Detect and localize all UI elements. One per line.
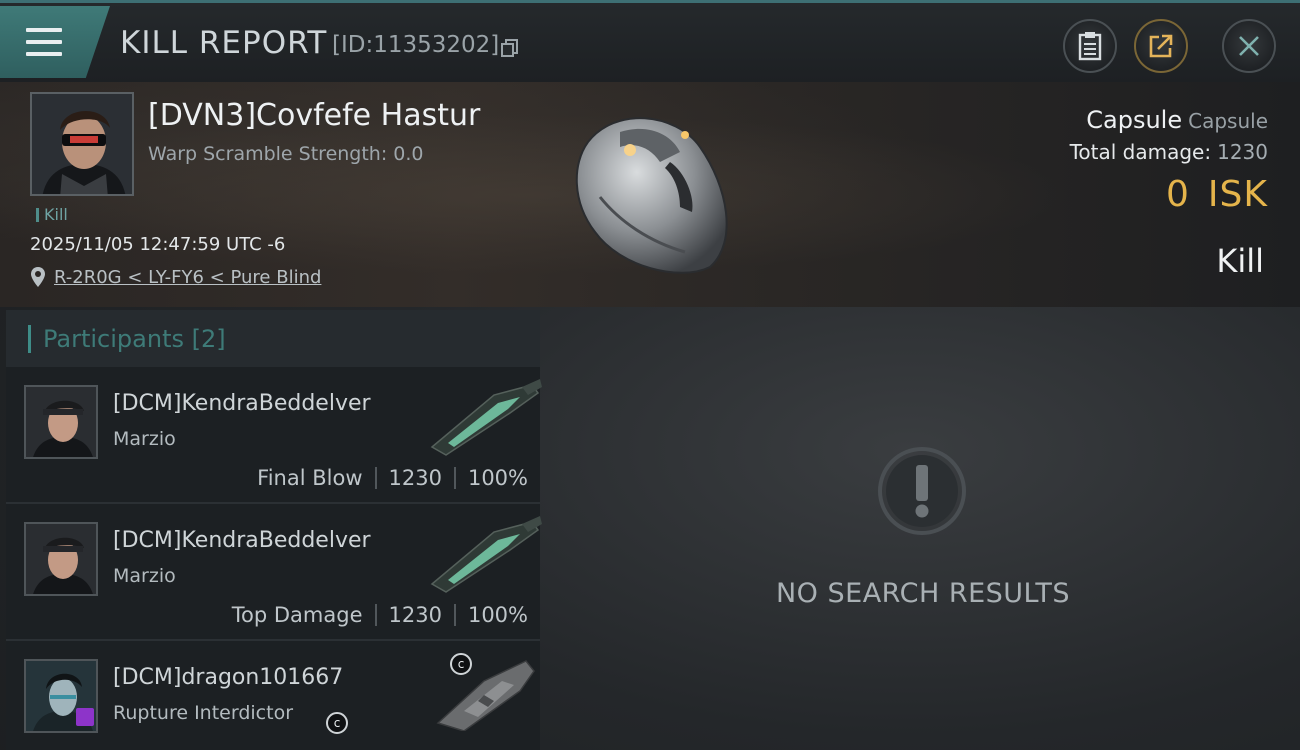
stat-divider	[374, 604, 377, 626]
participant-role: Final Blow	[257, 466, 363, 490]
menu-icon[interactable]	[26, 28, 64, 58]
rank-badge	[76, 708, 94, 726]
total-damage-value: 1230	[1217, 140, 1268, 164]
victim-avatar[interactable]	[30, 92, 134, 196]
results-area: NO SEARCH RESULTS	[546, 310, 1300, 750]
page-title: KILL REPORT	[120, 25, 328, 61]
participant-ship: Rupture Interdictor	[113, 702, 293, 724]
total-damage: Total damage: 1230	[1070, 140, 1268, 164]
share-icon	[1149, 34, 1173, 58]
participant-role: Top Damage	[231, 603, 363, 627]
participant-stats: Final Blow 1230 100%	[257, 466, 528, 490]
participant-damage: 1230	[388, 466, 442, 490]
top-bar: KILL REPORT [ID:11353202]	[0, 0, 1300, 82]
participant-percent: 100%	[467, 603, 528, 627]
clipboard-icon	[1078, 32, 1102, 61]
close-icon	[1239, 36, 1259, 56]
kill-location[interactable]: R-2R0G < LY-FY6 < Pure Blind	[30, 266, 321, 288]
interdictor-ship-image	[436, 660, 535, 731]
ship-type: Capsule	[1086, 106, 1183, 134]
marzio-ship-image	[430, 516, 542, 593]
share-button[interactable]	[1134, 19, 1188, 73]
marzio-ship-image	[430, 379, 542, 456]
victim-summary: [DVN3]Covfefe Hastur Warp Scramble Stren…	[0, 82, 1300, 307]
menu-tab[interactable]	[0, 6, 110, 78]
stat-divider	[453, 467, 456, 489]
kill-timestamp: 2025/11/05 12:47:59 UTC -6	[30, 234, 286, 255]
participant-name[interactable]: [DCM]KendraBeddelver	[113, 528, 371, 553]
participant-row[interactable]: [DCM]KendraBeddelver Marzio Final Blow 1…	[6, 367, 542, 504]
participant-name[interactable]: [DCM]KendraBeddelver	[113, 391, 371, 416]
no-results-text: NO SEARCH RESULTS	[775, 578, 1071, 609]
participant-stats: Top Damage 1230 100%	[232, 603, 528, 627]
capsule-ship-image	[575, 117, 728, 274]
ship-class: Capsule	[1188, 109, 1268, 133]
close-button[interactable]	[1222, 19, 1276, 73]
participant-avatar[interactable]	[24, 522, 98, 596]
participant-name[interactable]: [DCM]dragon101667	[113, 665, 343, 690]
victim-ship[interactable]: Capsule Capsule	[1086, 106, 1268, 134]
kill-result: Kill	[1216, 242, 1264, 280]
participant-damage: 1230	[388, 603, 442, 627]
participant-avatar[interactable]	[24, 385, 98, 459]
header-accent-bar	[28, 324, 31, 353]
participants-count: [2]	[191, 324, 226, 353]
isk-amount: 0	[1166, 174, 1190, 215]
victim-name[interactable]: [DVN3]Covfefe Hastur	[148, 98, 480, 133]
copy-icon[interactable]	[500, 38, 520, 58]
report-id: [ID:11353202]	[332, 32, 500, 58]
warp-scramble-strength: Warp Scramble Strength: 0.0	[148, 143, 424, 165]
stat-divider	[374, 467, 377, 489]
indicator-icon: c	[326, 712, 348, 734]
isk-currency: ISK	[1207, 174, 1268, 215]
location-pin-icon	[31, 267, 45, 287]
participants-panel: Participants [2] [DCM]KendraBeddelver Ma…	[6, 310, 542, 750]
kill-tag: Kill	[36, 205, 68, 224]
location-link[interactable]: R-2R0G < LY-FY6 < Pure Blind	[54, 267, 321, 288]
participants-label: Participants	[43, 324, 184, 353]
indicator-icon: c	[450, 653, 472, 675]
isk-value: 0 ISK	[1166, 174, 1268, 215]
participant-ship: Marzio	[113, 565, 176, 587]
clipboard-button[interactable]	[1063, 19, 1117, 73]
participants-header[interactable]: Participants [2]	[6, 310, 540, 367]
participant-row[interactable]: [DCM]dragon101667 Rupture Interdictor c …	[6, 641, 540, 750]
participant-avatar[interactable]	[24, 659, 98, 733]
stat-divider	[453, 604, 456, 626]
participant-percent: 100%	[467, 466, 528, 490]
participant-ship: Marzio	[113, 428, 176, 450]
total-damage-label: Total damage:	[1069, 140, 1212, 164]
alert-icon	[878, 447, 966, 535]
participant-row[interactable]: [DCM]KendraBeddelver Marzio Top Damage 1…	[6, 504, 542, 641]
